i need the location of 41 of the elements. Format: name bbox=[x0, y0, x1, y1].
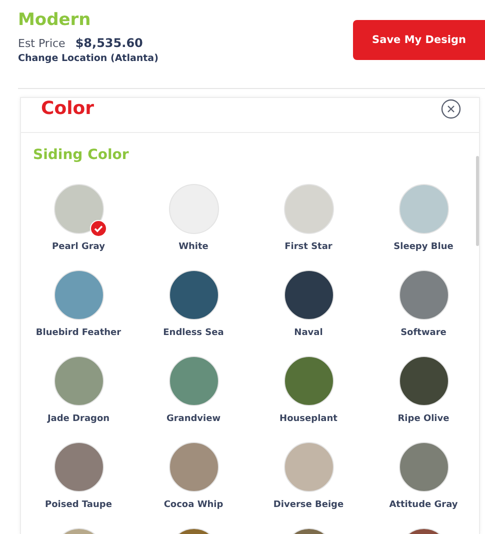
swatch-label: Naval bbox=[294, 328, 323, 338]
color-swatch[interactable] bbox=[54, 356, 104, 406]
swatch-label: White bbox=[178, 242, 208, 252]
color-swatch[interactable] bbox=[284, 356, 334, 406]
color-swatch[interactable] bbox=[168, 356, 218, 406]
save-design-button[interactable]: Save My Design bbox=[353, 20, 485, 60]
swatch-label: Sleepy Blue bbox=[394, 242, 454, 252]
swatch-label: Bluebird Feather bbox=[36, 328, 122, 338]
color-swatch[interactable] bbox=[54, 442, 104, 492]
color-swatch[interactable] bbox=[284, 270, 334, 320]
change-location-link[interactable]: Change Location (Atlanta) bbox=[18, 53, 158, 64]
scrollbar-thumb[interactable] bbox=[476, 156, 479, 246]
price-value: $8,535.60 bbox=[75, 36, 143, 50]
swatch-label: Houseplant bbox=[280, 414, 338, 424]
price-label: Est Price bbox=[18, 37, 66, 50]
swatch-label: Pearl Gray bbox=[52, 242, 105, 252]
color-swatch[interactable] bbox=[284, 184, 334, 234]
color-swatch[interactable] bbox=[168, 270, 218, 320]
swatch-label: Attitude Gray bbox=[389, 500, 458, 510]
color-swatch[interactable] bbox=[398, 442, 448, 492]
swatch-label: Cocoa Whip bbox=[164, 500, 224, 510]
swatch-label: Jade Dragon bbox=[47, 414, 110, 424]
color-swatch[interactable] bbox=[398, 270, 448, 320]
color-swatch[interactable] bbox=[168, 442, 218, 492]
close-icon[interactable] bbox=[441, 99, 461, 119]
design-title: Modern bbox=[18, 9, 92, 31]
swatch-label: Ripe Olive bbox=[398, 414, 450, 424]
swatch-label: Endless Sea bbox=[163, 328, 224, 338]
swatch-label: Software bbox=[400, 328, 446, 338]
panel-title: Color bbox=[41, 98, 94, 118]
color-swatch[interactable] bbox=[54, 270, 104, 320]
swatch-label: Poised Taupe bbox=[45, 500, 112, 510]
color-swatch[interactable] bbox=[168, 184, 218, 234]
checkmark-icon bbox=[90, 220, 106, 237]
swatch-label: First Star bbox=[284, 242, 332, 252]
color-swatch[interactable] bbox=[284, 442, 334, 492]
swatch-label: Diverse Beige bbox=[273, 500, 344, 510]
color-swatch[interactable] bbox=[398, 356, 448, 406]
swatch-label: Grandview bbox=[166, 414, 221, 424]
color-swatch[interactable] bbox=[398, 184, 448, 234]
section-title: Siding Color bbox=[32, 146, 130, 165]
